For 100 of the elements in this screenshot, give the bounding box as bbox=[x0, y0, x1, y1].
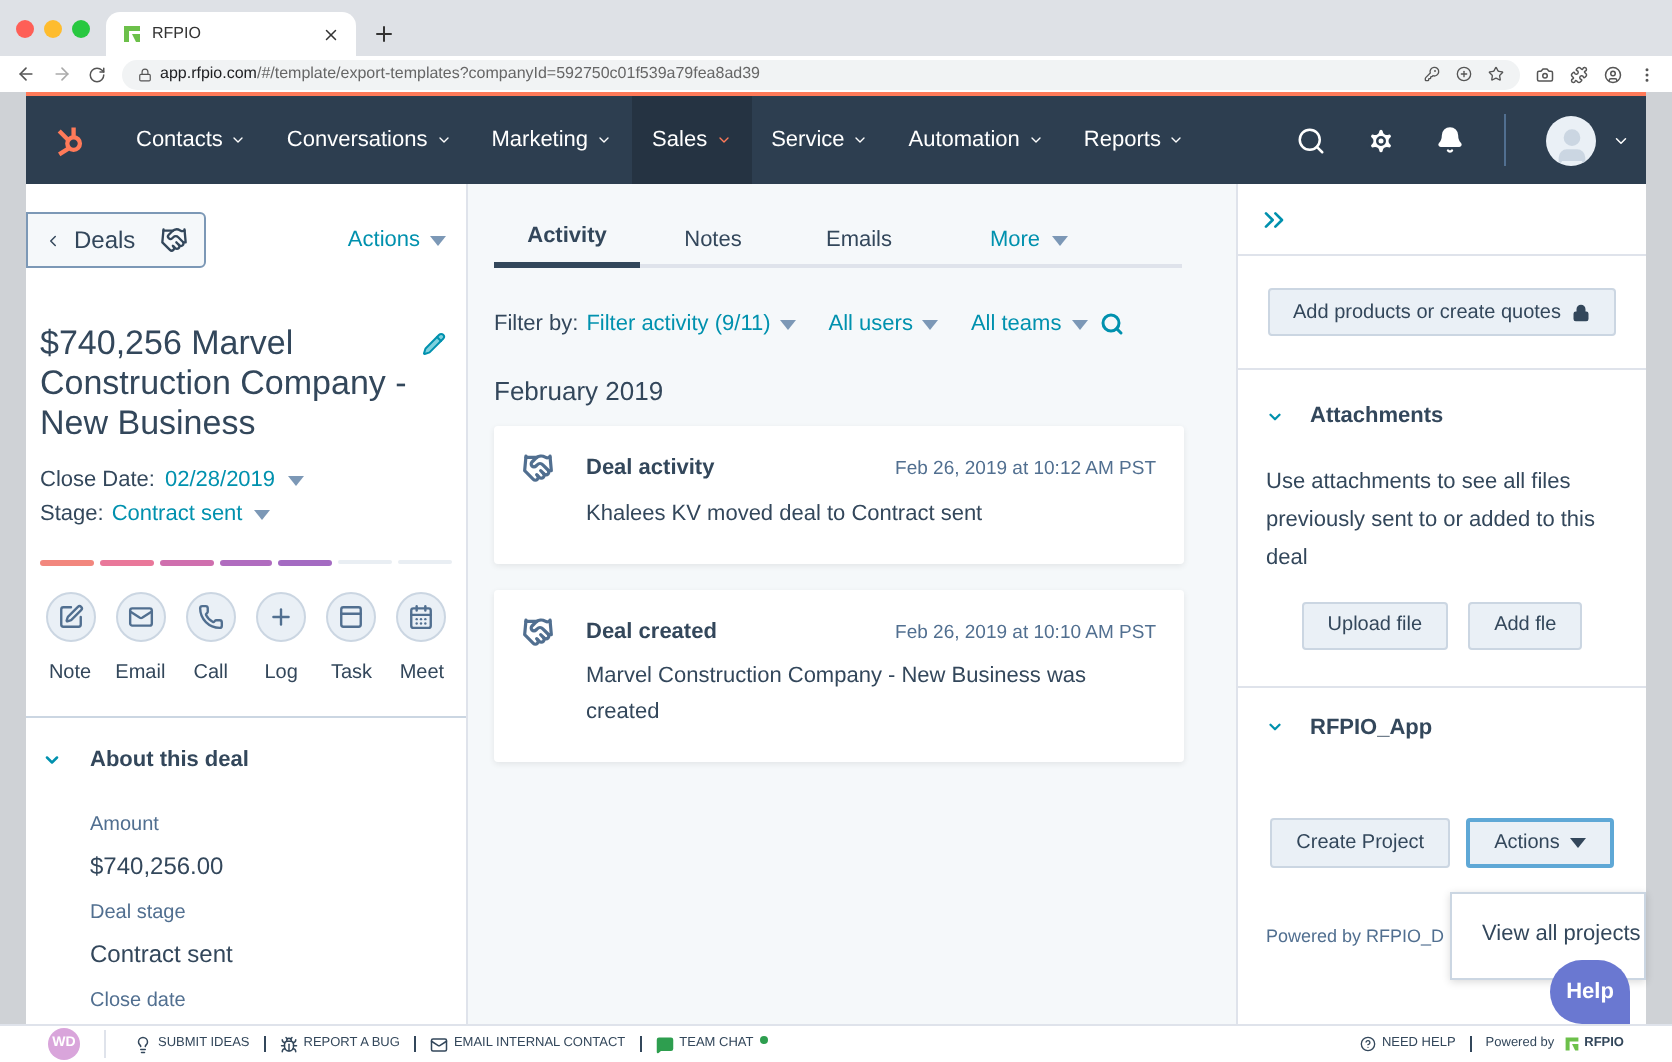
field-value: Contract sent bbox=[90, 937, 235, 971]
upload-file-button[interactable]: Upload file bbox=[1301, 601, 1449, 649]
filter-label: Filter by: bbox=[494, 310, 579, 340]
mail-icon bbox=[127, 604, 154, 630]
section-title: About this deal bbox=[90, 746, 249, 776]
handshake-icon bbox=[518, 615, 558, 647]
log-button[interactable] bbox=[256, 592, 307, 642]
call-button[interactable] bbox=[185, 592, 236, 642]
nav-item[interactable]: Marketing bbox=[471, 96, 633, 184]
nav-item[interactable]: Contacts bbox=[116, 96, 267, 184]
meet-button[interactable] bbox=[396, 592, 447, 642]
chevron-icon bbox=[1168, 132, 1185, 148]
email-button[interactable] bbox=[115, 592, 166, 642]
lock-icon bbox=[1572, 303, 1591, 321]
deals-back-button[interactable]: Deals bbox=[26, 212, 206, 268]
action-label: Log bbox=[264, 660, 298, 688]
month-heading: February 2019 bbox=[494, 373, 666, 410]
phone-icon bbox=[197, 604, 224, 630]
caret-icon bbox=[430, 235, 446, 245]
card-time: Feb 26, 2019 at 10:12 AM PST bbox=[895, 456, 1156, 484]
settings-icon[interactable] bbox=[1366, 125, 1396, 155]
card-body: Marvel Construction Company - New Business was created bbox=[586, 662, 1089, 728]
nav-item[interactable]: Automation bbox=[888, 96, 1064, 184]
section-title: Attachments bbox=[1310, 402, 1444, 432]
profile-icon[interactable] bbox=[1604, 65, 1622, 83]
action-label: Note bbox=[48, 660, 92, 688]
edit-icon[interactable] bbox=[422, 332, 446, 356]
task-button[interactable] bbox=[326, 592, 377, 642]
field-label: Deal stage bbox=[90, 899, 188, 927]
nav-item[interactable]: Conversations bbox=[266, 96, 472, 184]
action-label: Task bbox=[330, 660, 373, 688]
note-button[interactable] bbox=[45, 592, 95, 642]
caret-icon bbox=[1569, 838, 1586, 848]
nav-item[interactable]: Reports bbox=[1063, 96, 1205, 184]
action-label: Call bbox=[193, 660, 228, 688]
search-icon[interactable] bbox=[1296, 125, 1326, 155]
sprocket-logo[interactable] bbox=[52, 122, 88, 158]
card-title: Deal created bbox=[586, 617, 717, 647]
nav-item[interactable]: Service bbox=[751, 96, 889, 184]
create-project-button[interactable]: Create Project bbox=[1270, 818, 1451, 868]
field-label: Close date bbox=[90, 987, 188, 1015]
caret-icon bbox=[254, 510, 271, 520]
field-label: Amount bbox=[90, 811, 161, 839]
actions-dropdown-button[interactable]: Actions bbox=[1466, 818, 1614, 868]
actions-button[interactable]: Actions bbox=[347, 223, 446, 257]
chevron-icon bbox=[230, 132, 247, 148]
bookmark-icon[interactable] bbox=[1488, 66, 1504, 82]
extensions-icon[interactable] bbox=[1570, 65, 1588, 83]
close-date-dropdown[interactable]: 02/28/2019 bbox=[164, 464, 304, 498]
bug-icon bbox=[279, 1035, 298, 1053]
action-label: Meet bbox=[399, 660, 445, 688]
logo-icon bbox=[122, 24, 142, 44]
tab-title: RFPIO bbox=[152, 22, 201, 46]
powered-by-text: Powered by RFPIO_D bbox=[1264, 924, 1445, 950]
caret-icon bbox=[922, 319, 939, 330]
stage-dropdown[interactable]: Contract sent bbox=[111, 498, 271, 532]
caret-icon bbox=[1052, 235, 1069, 245]
nav-item[interactable]: Sales bbox=[632, 96, 752, 184]
activity-tab[interactable]: Notes bbox=[640, 212, 786, 268]
stage-label: Stage: bbox=[40, 500, 104, 530]
pen-square-icon bbox=[57, 604, 83, 630]
menu-item[interactable]: View all projects bbox=[1482, 918, 1641, 952]
zoom-icon[interactable] bbox=[1456, 66, 1472, 82]
plus-icon bbox=[268, 604, 295, 630]
browser-tab[interactable]: RFPIO bbox=[106, 12, 356, 56]
window-icon bbox=[338, 604, 365, 630]
action-label: Email bbox=[115, 660, 166, 688]
caret-icon bbox=[1071, 319, 1088, 330]
activity-tab[interactable]: Activity bbox=[494, 212, 640, 268]
reload-icon[interactable] bbox=[88, 65, 106, 83]
chat-icon bbox=[655, 1035, 674, 1053]
back-icon[interactable] bbox=[16, 64, 36, 84]
camera-icon[interactable] bbox=[1536, 65, 1554, 83]
close-date-label: Close Date: bbox=[40, 466, 155, 496]
chevron-icon bbox=[715, 132, 732, 148]
attachments-text: Use attachments to see all files previously sent to or added to this deal bbox=[1266, 467, 1597, 573]
handshake-icon bbox=[518, 452, 558, 484]
logo-icon bbox=[1564, 1036, 1581, 1052]
calendar-icon bbox=[408, 604, 435, 630]
card-title: Deal activity bbox=[586, 454, 715, 484]
section-title: RFPIO_App bbox=[1310, 713, 1433, 743]
close-tab-icon[interactable] bbox=[322, 25, 340, 43]
new-tab-icon[interactable] bbox=[372, 22, 396, 46]
key-icon[interactable] bbox=[1424, 66, 1440, 82]
add-products-button[interactable]: Add products or create quotes bbox=[1267, 288, 1617, 336]
notifications-icon[interactable] bbox=[1436, 126, 1464, 154]
deal-title: $740,256 Marvel Construction Company - New Business bbox=[40, 324, 409, 444]
activity-tab[interactable]: Emails bbox=[786, 212, 932, 268]
help-button[interactable]: Help bbox=[1550, 960, 1630, 1024]
chevron-left-icon bbox=[44, 231, 62, 249]
chevron-icon bbox=[435, 132, 452, 148]
card-body: Khalees KV moved deal to Contract sent bbox=[586, 499, 985, 529]
caret-icon bbox=[780, 319, 797, 330]
address-bar[interactable]: app.rfpio.com/#/template/export-templates?companyId=592750c01f539a79fea8ad39 bbox=[122, 59, 1520, 89]
chevron-icon bbox=[596, 132, 613, 148]
avatar[interactable] bbox=[1546, 115, 1596, 165]
add-file-button[interactable]: Add fle bbox=[1468, 601, 1583, 649]
help-icon bbox=[1359, 1036, 1376, 1052]
chevron-icon bbox=[1027, 132, 1044, 148]
lock-icon bbox=[138, 67, 152, 81]
